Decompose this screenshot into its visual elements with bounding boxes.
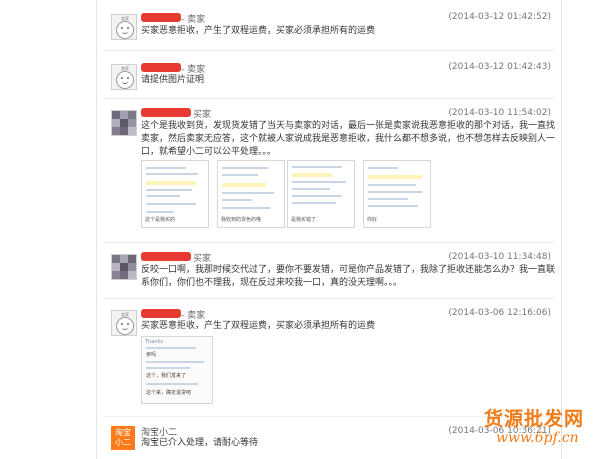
- image-thumbnail[interactable]: 这个是我买的: [141, 160, 209, 228]
- message-text: 买家恶意拒收，产生了双程运费，买家必须承担所有的运费: [141, 26, 376, 36]
- message-text: 淘宝已介入处理，请耐心等待: [141, 438, 259, 448]
- message-text: 请提供图片证明: [141, 75, 205, 85]
- message-seller: 卖家 - 卖家 (2014-03-12 01:42:43) 请提供图片证明: [97, 54, 561, 94]
- message-buyer: 买家 (2014-03-10 11:34:48) 反咬一口啊，我那时候交代过了，…: [97, 244, 561, 294]
- watermark-url: www.6pf.cn: [496, 430, 579, 446]
- taobao-xiaoer-badge: 淘宝 小二: [111, 426, 135, 450]
- sender-role: 买家: [193, 254, 212, 264]
- message-time: (2014-03-10 11:54:02): [448, 108, 551, 118]
- message-time: (2014-03-10 11:34:48): [448, 252, 551, 262]
- image-thumbnail[interactable]: 是我买错了: [287, 160, 355, 228]
- avatar[interactable]: 卖家: [111, 14, 137, 40]
- message-time: (2014-03-12 01:42:52): [448, 12, 551, 22]
- message-seller: 卖家 - 卖家 (2014-03-12 01:42:52) 买家恶意拒收，产生了…: [97, 0, 561, 48]
- divider: [103, 298, 555, 299]
- image-thumbnail[interactable]: Thanks 亲吗 这个，我们发来了 这个来，确定退货吧: [141, 336, 213, 404]
- watermark-title: 货源批发网: [484, 408, 585, 430]
- sender-role: 买家: [193, 110, 212, 120]
- message-text: 反咬一口啊，我那时候交代过了，要你不要发错，可是你产品发错了，我除了拒收还能怎么…: [141, 265, 556, 288]
- message-time: (2014-03-06 12:16:06): [448, 308, 551, 318]
- conversation-panel: 卖家 - 卖家 (2014-03-12 01:42:52) 买家恶意拒收，产生了…: [96, 0, 562, 459]
- avatar[interactable]: 卖家: [111, 64, 137, 90]
- sender-role: - 卖家: [181, 15, 206, 25]
- message-text: 这个是我收到货，发现货发错了当天与卖家的对话，最后一张是卖家说我恶意拒收的那个对…: [141, 121, 556, 157]
- redacted-username: [141, 309, 181, 318]
- message-time: (2014-03-12 01:42:43): [448, 62, 551, 72]
- message-seller: 卖家 - 卖家 (2014-03-06 12:16:06) 买家恶意拒收，产生了…: [97, 300, 561, 412]
- divider: [103, 50, 555, 51]
- redacted-username: [141, 63, 181, 72]
- divider: [103, 242, 555, 243]
- redacted-username: [141, 108, 191, 117]
- redacted-username: [141, 252, 191, 261]
- message-text: 买家恶意拒收，产生了双程运费，买家必须承担所有的运费: [141, 321, 376, 331]
- divider: [103, 98, 555, 99]
- default-avatar-icon: [116, 317, 134, 335]
- avatar[interactable]: [111, 254, 137, 280]
- avatar[interactable]: 卖家: [111, 310, 137, 336]
- message-buyer: 买家 (2014-03-10 11:54:02) 这个是我收到货，发现货发错了当…: [97, 100, 561, 240]
- image-thumbnail[interactable]: 我收到的货色的哦: [217, 160, 285, 228]
- default-avatar-icon: [116, 21, 134, 39]
- image-thumbnail[interactable]: 你好: [363, 160, 431, 228]
- avatar[interactable]: [111, 110, 137, 136]
- default-avatar-icon: [116, 71, 134, 89]
- redacted-username: [141, 13, 181, 22]
